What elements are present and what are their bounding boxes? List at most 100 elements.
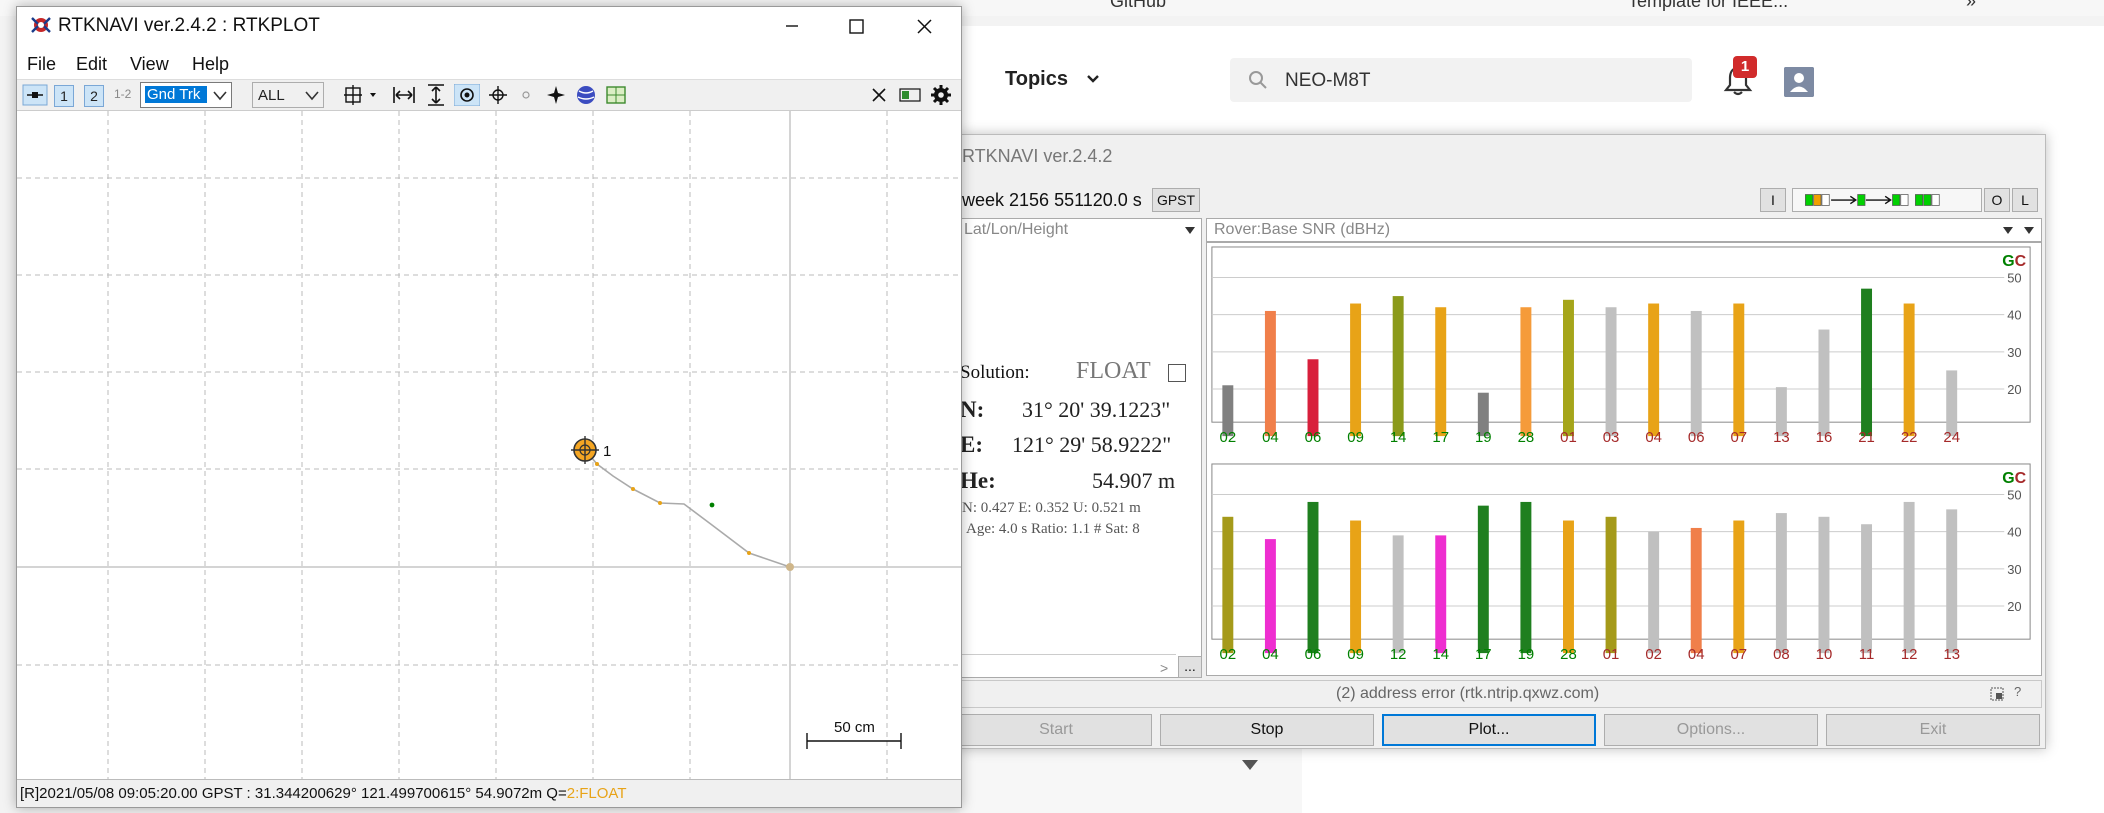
satellite-select-value: ALL	[258, 87, 285, 104]
solution-format-select[interactable]: Lat/Lon/Height	[962, 220, 1200, 242]
close-icon[interactable]	[868, 84, 890, 106]
plot-button[interactable]: Plot...	[1382, 714, 1596, 746]
snr-sat-label: 17	[1475, 646, 1492, 663]
snr-sat-label: 03	[1603, 429, 1620, 446]
topics-menu[interactable]: Topics	[1005, 68, 1068, 91]
solution-format-value: Lat/Lon/Height	[964, 221, 1069, 238]
snr-sat-label: 09	[1347, 429, 1364, 446]
fit-horizontal-icon[interactable]	[392, 84, 416, 106]
snr-bar-19	[1520, 501, 1532, 654]
snr-sat-label: 02	[1220, 646, 1237, 663]
menu-edit[interactable]: Edit	[76, 54, 107, 75]
snr-tick-label: 50	[2007, 487, 2021, 502]
ground-track-plot[interactable]: 1 50 cm	[17, 111, 961, 779]
avatar[interactable]	[1784, 67, 1814, 97]
show-map-center-icon[interactable]	[486, 84, 510, 106]
snr-bar-charts: 20304050GC02 04 06 09 14 17 19 28 01 03 04 06 07 13 16…	[1206, 242, 2042, 676]
snr-sat-label: 10	[1816, 646, 1833, 663]
solution-1-button[interactable]: 1	[54, 85, 74, 107]
close-icon[interactable]	[906, 10, 942, 42]
solution-status: FLOAT	[1076, 358, 1151, 384]
solution-scrollbar[interactable]	[960, 654, 1176, 676]
snr-bar-02	[1648, 531, 1660, 654]
solution-more-button[interactable]: ...	[1178, 656, 1202, 678]
stream-status-indicator[interactable]	[1792, 188, 1982, 212]
maximize-icon[interactable]	[838, 10, 874, 42]
snr-bar-12	[1392, 535, 1404, 654]
snr-bar-04	[1690, 527, 1702, 654]
status-message: (2) address error (rtk.ntrip.qxwz.com)	[1336, 685, 1600, 702]
stop-button[interactable]: Stop	[1160, 714, 1374, 746]
snr-tick-label: 40	[2007, 308, 2021, 323]
snr-bar-14	[1392, 296, 1404, 437]
point-marker-filled-icon[interactable]	[544, 84, 568, 106]
snr-sat-label: 06	[1305, 429, 1322, 446]
dropdown-arrow-icon[interactable]	[1185, 227, 1195, 235]
latitude-value: 31° 20' 39.1223"	[1022, 397, 1171, 422]
height-value: 54.907 m	[1092, 468, 1176, 493]
snr-sat-label: 13	[1943, 646, 1960, 663]
ieee-template-bookmark[interactable]: Template for IEEE...	[1628, 0, 1788, 12]
snr-bar-17	[1477, 505, 1489, 654]
snr-bar-04	[1264, 310, 1276, 437]
snr-bar-07	[1733, 520, 1745, 654]
point-marker-icon[interactable]	[516, 84, 536, 106]
gear-icon[interactable]	[930, 84, 952, 106]
satellite-select[interactable]: ALL	[252, 82, 324, 108]
output-streams-button[interactable]: O	[1984, 188, 2010, 212]
menu-help[interactable]: Help	[192, 54, 229, 75]
panel-toggle-icon[interactable]	[1990, 687, 2004, 701]
snr-chart-1: 20 30 40 50GC 02 04 06 09 14 17 19 28 01 03 04 06 07 13 16…	[1211, 246, 2031, 446]
solution-indicator-box	[1168, 364, 1186, 382]
time-system-button[interactable]: GPST	[1152, 188, 1200, 212]
options-button[interactable]: Options...	[1604, 714, 1818, 746]
solution-select-icon[interactable]	[22, 84, 48, 106]
snr-bar-28	[1520, 307, 1532, 437]
window-layout-icon[interactable]	[898, 84, 922, 106]
dropdown-arrow-icon[interactable]	[2024, 227, 2034, 235]
snr-sat-label: 09	[1347, 646, 1364, 663]
plot-status-line: [R]2021/05/08 09:05:20.00 GPST : 31.3442…	[20, 785, 567, 802]
solution-1-2-button[interactable]: 1-2	[114, 87, 131, 109]
chevron-down-icon[interactable]	[1086, 72, 1100, 86]
snr-bar-22	[1903, 303, 1915, 437]
snr-sat-label: 16	[1816, 429, 1833, 446]
start-button[interactable]: Start	[960, 714, 1152, 746]
scroll-right-arrow[interactable]: >	[1160, 660, 1168, 676]
track-points	[595, 462, 794, 571]
solution-2-button[interactable]: 2	[84, 85, 104, 107]
center-origin-icon[interactable]	[344, 84, 384, 106]
snr-sat-label: 28	[1518, 429, 1535, 446]
snr-tick-label: 30	[2007, 562, 2021, 577]
snr-sat-label: 24	[1943, 429, 1960, 446]
chevron-down-icon	[305, 91, 319, 101]
snr-sat-label: 02	[1645, 646, 1662, 663]
dropdown-arrow-icon[interactable]	[2003, 227, 2013, 235]
rtkplot-title: RTKNAVI ver.2.4.2 : RTKPLOT	[58, 15, 320, 36]
snr-sat-label: 12	[1901, 646, 1918, 663]
map-image-icon[interactable]	[604, 84, 628, 106]
snr-bar-28	[1563, 520, 1574, 654]
snr-legend: GC	[2002, 253, 2026, 270]
exit-button[interactable]: Exit	[1826, 714, 2040, 746]
menu-file[interactable]: File	[27, 54, 56, 75]
plot-grid	[17, 111, 961, 779]
google-earth-icon[interactable]	[574, 84, 598, 106]
log-streams-button[interactable]: L	[2012, 188, 2038, 212]
plot-type-select[interactable]: Gnd Trk	[140, 82, 232, 108]
snr-sat-label: 14	[1432, 646, 1449, 663]
help-icon[interactable]: ?	[2014, 684, 2021, 699]
input-streams-button[interactable]: I	[1760, 188, 1786, 212]
bookmarks-more[interactable]: »	[1966, 0, 1976, 12]
fit-vertical-icon[interactable]	[424, 84, 448, 106]
snr-bar-04	[1648, 303, 1660, 437]
app-icon	[31, 17, 51, 33]
caret-down-icon[interactable]	[1242, 760, 1258, 770]
snr-bar-14	[1435, 535, 1447, 654]
show-track-icon[interactable]	[454, 84, 480, 106]
github-bookmark[interactable]: GitHub	[1110, 0, 1166, 12]
minimize-icon[interactable]	[774, 10, 810, 42]
snr-sat-label: 22	[1901, 429, 1918, 446]
snr-sat-label: 02	[1220, 429, 1237, 446]
menu-view[interactable]: View	[130, 54, 169, 75]
